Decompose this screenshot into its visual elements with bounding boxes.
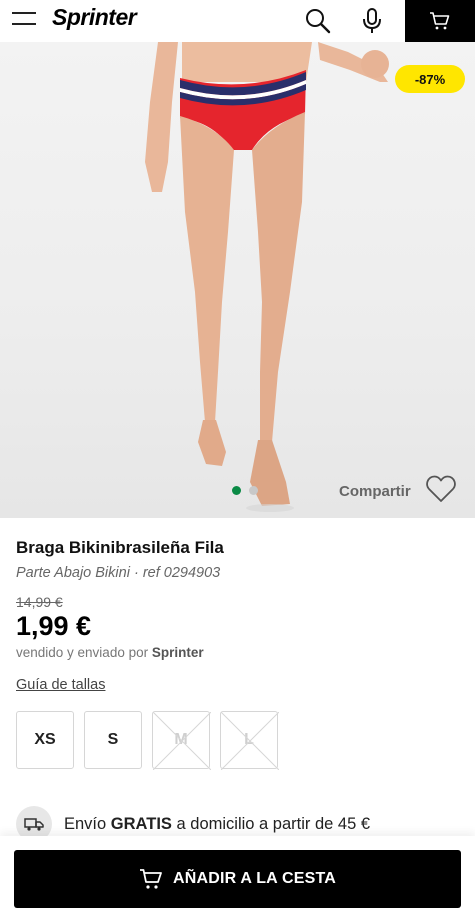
- microphone-icon[interactable]: [355, 4, 389, 38]
- unavailable-cross-icon: [221, 712, 279, 770]
- unavailable-cross-icon: [153, 712, 211, 770]
- heart-icon[interactable]: [425, 474, 457, 504]
- bottom-action-bar: AÑADIR A LA CESTA: [0, 836, 475, 908]
- cart-icon: [139, 869, 162, 889]
- size-label: S: [107, 731, 119, 748]
- product-image-gallery[interactable]: -87% Compartir: [0, 42, 475, 518]
- gallery-dots: [232, 486, 258, 495]
- search-icon[interactable]: [301, 4, 335, 38]
- seller-prefix: vendido y enviado por: [16, 645, 149, 660]
- product-ref: ref 0294903: [142, 565, 221, 581]
- shipping-prefix: Envío: [64, 814, 107, 833]
- size-option-s[interactable]: S: [84, 711, 142, 769]
- cart-button[interactable]: [405, 0, 475, 42]
- cart-icon: [430, 12, 450, 30]
- product-title: Braga Bikinibrasileña Fila: [16, 538, 224, 557]
- product-subtitle: Parte Abajo Bikini · ref 0294903: [16, 565, 220, 581]
- seller-name: Sprinter: [151, 645, 204, 660]
- current-price: 1,99 €: [16, 611, 92, 641]
- hamburger-menu-icon[interactable]: [12, 10, 38, 30]
- size-guide-link[interactable]: Guía de tallas: [16, 677, 105, 693]
- separator: ·: [133, 565, 143, 581]
- shipping-suffix: a domicilio a partir de 45 €: [176, 814, 371, 833]
- add-to-cart-button[interactable]: AÑADIR A LA CESTA: [14, 850, 461, 908]
- discount-badge: -87%: [395, 65, 465, 93]
- size-option-l: L: [220, 711, 279, 770]
- gallery-dot-2[interactable]: [249, 486, 258, 495]
- seller-info: vendido y enviado por Sprinter: [16, 645, 204, 660]
- product-photo: [145, 42, 389, 512]
- size-selector: XS S M L: [16, 711, 279, 770]
- top-header: Sprinter: [0, 0, 475, 42]
- sprinter-logo[interactable]: Sprinter: [52, 4, 137, 31]
- share-button[interactable]: Compartir: [339, 483, 411, 500]
- size-label: XS: [34, 731, 56, 748]
- shipping-text: Envío GRATIS a domicilio a partir de 45 …: [64, 815, 370, 834]
- gallery-dot-1[interactable]: [232, 486, 241, 495]
- shipping-free: GRATIS: [110, 814, 172, 833]
- size-option-m: M: [152, 711, 211, 770]
- size-option-xs[interactable]: XS: [16, 711, 74, 769]
- old-price: 14,99 €: [16, 594, 63, 610]
- add-to-cart-label: AÑADIR A LA CESTA: [172, 870, 337, 887]
- product-category: Parte Abajo Bikini: [16, 565, 130, 581]
